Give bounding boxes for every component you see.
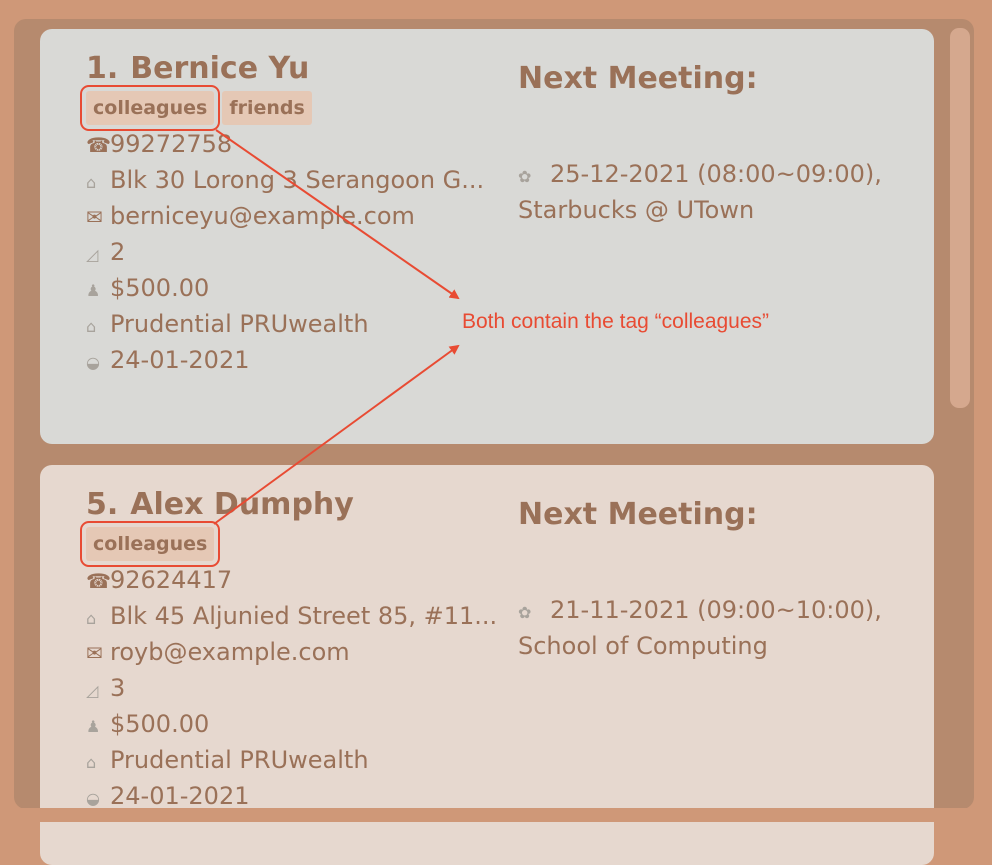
window-bottom-border [0, 808, 992, 822]
meeting-place: School of Computing [518, 632, 768, 660]
person-card-5[interactable]: 5. Alex Dumphy colleagues ☎92624417 ⌂ Blk … [40, 465, 934, 865]
envelope-icon: ✉ [86, 641, 103, 665]
chart-icon: ◿ [86, 681, 99, 700]
phone-icon: ☎ [86, 133, 111, 157]
date-field: ◒ 24-01-2021 [86, 346, 249, 374]
meeting-place: Starbucks @ UTown [518, 196, 755, 224]
risk-field: ◿ 2 [86, 238, 125, 266]
house-icon: ⌂ [86, 609, 97, 628]
policy-value: Prudential PRUwealth [110, 746, 369, 774]
meeting-time-value: 21-11-2021 (09:00~10:00), [550, 596, 882, 624]
risk-value: 3 [110, 674, 126, 702]
phone-field: ☎99272758 [86, 130, 232, 158]
tag-list: colleagues [79, 521, 221, 567]
bank-icon: ⌂ [86, 753, 97, 772]
address-field: ⌂ Blk 45 Aljunied Street 85, #11... [86, 602, 497, 630]
date-field: ◒ 24-01-2021 [86, 782, 249, 810]
person-index: 5. [86, 487, 119, 522]
money-bag-icon: ♟ [86, 717, 101, 736]
date-value: 24-01-2021 [110, 782, 250, 810]
address-value: Blk 30 Lorong 3 Serangoon G... [110, 166, 485, 194]
bank-icon: ⌂ [86, 317, 97, 336]
meeting-time: ✿ 21-11-2021 (09:00~10:00), [518, 596, 882, 624]
person-name-text: Alex Dumphy [130, 487, 354, 522]
phone-field: ☎92624417 [86, 566, 232, 594]
handshake-icon: ◒ [86, 789, 100, 808]
person-name: 5. Alex Dumphy [86, 487, 354, 522]
handshake-icon: ◒ [86, 353, 100, 372]
policy-field: ⌂ Prudential PRUwealth [86, 746, 369, 774]
calendar-icon: ✿ [518, 603, 532, 622]
house-icon: ⌂ [86, 173, 97, 192]
calendar-icon: ✿ [518, 167, 532, 186]
person-index: 1. [86, 51, 119, 86]
date-value: 24-01-2021 [110, 346, 250, 374]
chart-icon: ◿ [86, 245, 99, 264]
income-field: ♟ $500.00 [86, 710, 209, 738]
email-field: ✉ berniceyu@example.com [86, 202, 415, 230]
tag-friends: friends [222, 91, 312, 125]
next-meeting-title: Next Meeting: [518, 497, 758, 532]
phone-icon: ☎ [86, 569, 111, 593]
money-bag-icon: ♟ [86, 281, 101, 300]
scrollbar[interactable] [950, 28, 970, 408]
person-name: 1. Bernice Yu [86, 51, 309, 86]
tag-list: colleagues friends [79, 85, 312, 131]
meeting-time-value: 25-12-2021 (08:00~09:00), [550, 160, 882, 188]
phone-value: 99272758 [110, 130, 233, 158]
risk-field: ◿ 3 [86, 674, 125, 702]
risk-value: 2 [110, 238, 126, 266]
email-value: royb@example.com [110, 638, 350, 666]
person-name-text: Bernice Yu [130, 51, 310, 86]
phone-value: 92624417 [110, 566, 233, 594]
person-card-1[interactable]: 1. Bernice Yu colleagues friends ☎9927275… [40, 29, 934, 444]
annotation-text: Both contain the tag “colleagues” [462, 310, 770, 333]
next-meeting-title: Next Meeting: [518, 61, 758, 96]
policy-value: Prudential PRUwealth [110, 310, 369, 338]
email-value: berniceyu@example.com [110, 202, 415, 230]
address-value: Blk 45 Aljunied Street 85, #11... [110, 602, 498, 630]
income-field: ♟ $500.00 [86, 274, 209, 302]
email-field: ✉ royb@example.com [86, 638, 350, 666]
address-field: ⌂ Blk 30 Lorong 3 Serangoon G... [86, 166, 484, 194]
policy-field: ⌂ Prudential PRUwealth [86, 310, 369, 338]
envelope-icon: ✉ [86, 205, 103, 229]
tag-colleagues: colleagues [79, 85, 221, 131]
tag-colleagues: colleagues [79, 521, 221, 567]
income-value: $500.00 [110, 710, 210, 738]
income-value: $500.00 [110, 274, 210, 302]
meeting-time: ✿ 25-12-2021 (08:00~09:00), [518, 160, 882, 188]
